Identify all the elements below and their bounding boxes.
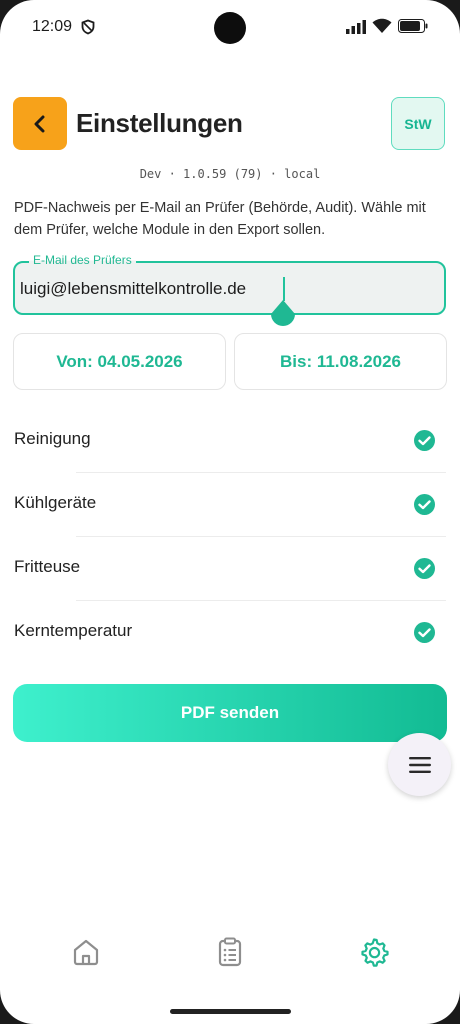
page-title: Einstellungen	[76, 108, 243, 138]
check-circle-icon[interactable]	[414, 622, 435, 643]
chevron-left-icon	[34, 115, 45, 132]
menu-fab-button[interactable]	[388, 733, 451, 796]
gear-icon[interactable]	[359, 937, 389, 967]
version-label: Dev · 1.0.59 (79) · local	[139, 167, 321, 181]
clipboard-list-icon[interactable]	[215, 937, 245, 967]
home-icon[interactable]	[71, 937, 101, 967]
home-indicator[interactable]	[170, 1009, 291, 1014]
module-row-kuehlgeraete[interactable]: Kühlgeräte	[14, 473, 446, 537]
date-from-button[interactable]: Von: 04.05.2026	[13, 333, 226, 390]
screen: 12:09 Einstellungen StW Dev · 1.0.59 (79…	[0, 0, 460, 1024]
back-button[interactable]	[13, 97, 67, 150]
cursor-handle[interactable]	[270, 300, 296, 330]
date-to-button[interactable]: Bis: 11.08.2026	[234, 333, 447, 390]
module-label: Fritteuse	[14, 557, 81, 576]
check-circle-icon[interactable]	[414, 494, 435, 515]
shield-icon	[81, 19, 95, 35]
wifi-icon	[372, 18, 392, 33]
module-row-fritteuse[interactable]: Fritteuse	[14, 537, 446, 601]
text-cursor	[283, 277, 285, 301]
check-circle-icon[interactable]	[414, 558, 435, 579]
status-time: 12:09	[32, 18, 73, 35]
module-label: Kerntemperatur	[14, 621, 133, 640]
menu-icon	[408, 756, 431, 773]
check-circle-icon[interactable]	[414, 430, 435, 451]
description-text: PDF-Nachweis per E-Mail an Prüfer (Behör…	[14, 200, 426, 238]
camera-cutout	[214, 12, 246, 44]
user-avatar-button[interactable]: StW	[391, 97, 445, 150]
module-label: Reinigung	[14, 429, 91, 448]
battery-icon	[398, 19, 428, 33]
email-field-label: E-Mail des Prüfers	[29, 253, 136, 267]
send-pdf-button[interactable]: PDF senden	[13, 684, 447, 742]
module-row-kerntemperatur[interactable]: Kerntemperatur	[14, 601, 446, 665]
status-bar: 12:09	[0, 0, 460, 56]
signal-icon	[346, 20, 366, 34]
module-label: Kühlgeräte	[14, 493, 97, 512]
email-field-value[interactable]: luigi@lebensmittelkontrolle.de	[20, 279, 246, 299]
module-row-reinigung[interactable]: Reinigung	[14, 409, 446, 473]
